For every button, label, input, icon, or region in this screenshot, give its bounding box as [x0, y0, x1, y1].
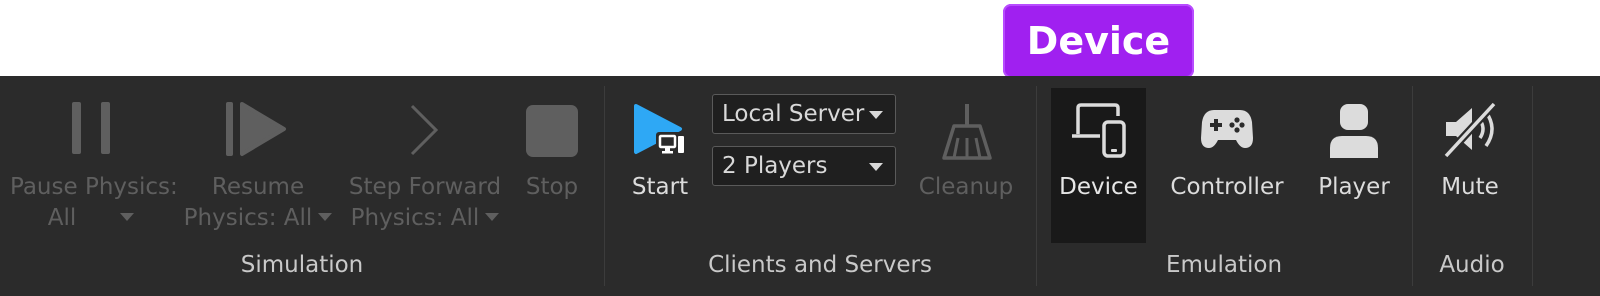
cleanup-label: Cleanup: [918, 174, 1014, 200]
resume-icon: [226, 102, 286, 156]
controller-label: Controller: [1170, 174, 1284, 200]
cleanup-button[interactable]: Cleanup: [914, 86, 1018, 236]
emulation-group-label: Emulation: [1165, 252, 1283, 278]
chevron-down-icon[interactable]: [485, 212, 500, 221]
start-button[interactable]: Start: [618, 86, 702, 236]
test-toolbar: Pause Physics: All Resume Physics: All S…: [0, 76, 1600, 296]
server-mode-select[interactable]: Local Server: [712, 94, 896, 134]
resume-physics-label: Resume: [211, 174, 305, 200]
step-forward-label: Step Forward: [348, 174, 502, 200]
pause-physics-sub-label: All: [47, 205, 77, 231]
step-forward-sub-label: Physics: All: [350, 205, 480, 231]
player-button[interactable]: Player: [1302, 86, 1406, 236]
step-forward-button[interactable]: Step Forward Physics: All: [346, 86, 504, 236]
stop-button[interactable]: Stop: [512, 86, 592, 236]
broom-icon: [942, 104, 992, 160]
clients-servers-group-label: Clients and Servers: [708, 252, 932, 278]
gamepad-icon: [1201, 110, 1253, 148]
resume-physics-button[interactable]: Resume Physics: All: [180, 86, 336, 236]
stop-icon: [526, 105, 578, 157]
chevron-down-icon: [869, 111, 883, 119]
player-label: Player: [1318, 174, 1390, 200]
pause-physics-label: Pause Physics:: [10, 174, 178, 200]
server-mode-value: Local Server: [722, 101, 865, 127]
chevron-down-icon[interactable]: [120, 212, 135, 221]
device-tooltip: Device: [1003, 4, 1194, 78]
mute-speaker-icon: [1443, 101, 1497, 159]
pause-icon: [72, 102, 110, 154]
start-label: Start: [631, 174, 689, 200]
controller-button[interactable]: Controller: [1160, 86, 1294, 236]
device-button[interactable]: Device: [1051, 86, 1146, 236]
simulation-group-label: Simulation: [240, 252, 364, 278]
group-divider: [1532, 86, 1533, 286]
chevron-right-icon: [410, 104, 439, 156]
player-count-value: 2 Players: [722, 153, 828, 179]
stop-label: Stop: [525, 174, 579, 200]
audio-group-label: Audio: [1439, 252, 1505, 278]
start-play-icon: [634, 104, 686, 158]
chevron-down-icon: [869, 163, 883, 171]
player-count-select[interactable]: 2 Players: [712, 146, 896, 186]
tooltip-text: Device: [1026, 19, 1171, 63]
pause-physics-button[interactable]: Pause Physics: All: [10, 86, 178, 236]
mute-label: Mute: [1441, 174, 1499, 200]
mute-button[interactable]: Mute: [1422, 86, 1518, 236]
resume-physics-sub-label: Physics: All: [183, 205, 313, 231]
device-icon: [1072, 103, 1126, 158]
player-icon: [1330, 104, 1378, 158]
device-label: Device: [1059, 174, 1138, 200]
chevron-down-icon[interactable]: [318, 212, 333, 221]
